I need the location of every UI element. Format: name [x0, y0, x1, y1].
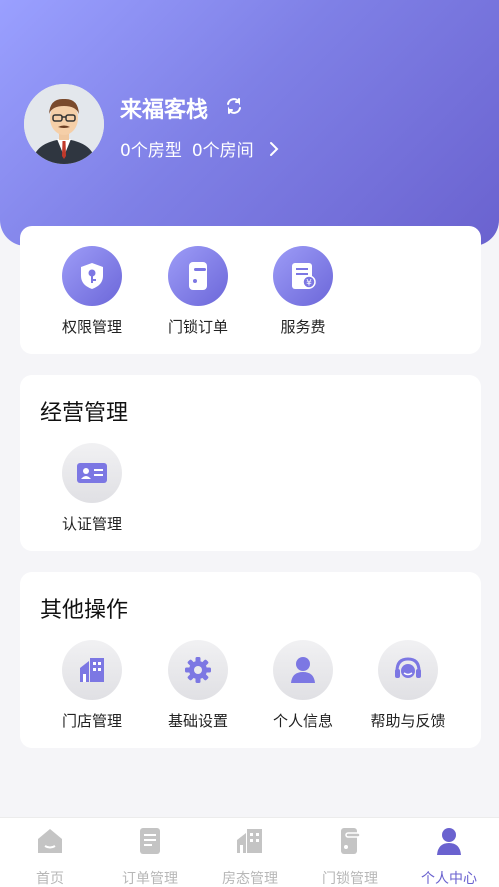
quick-action-label: 门锁订单 [167, 318, 228, 336]
avatar[interactable] [24, 84, 104, 164]
business-section-title: 经营管理 [40, 401, 129, 426]
certification-management-button[interactable]: 认证管理 [50, 443, 134, 534]
quick-actions-card: 权限管理 门锁订单 ¥ 服务费 [20, 226, 481, 354]
door-lock-icon [189, 262, 207, 290]
headset-icon [395, 657, 421, 678]
home-icon [38, 829, 62, 853]
tab-orders[interactable]: 订单管理 [100, 826, 200, 887]
tab-label: 房态管理 [222, 871, 278, 887]
tab-label: 订单管理 [122, 871, 178, 887]
other-item-label: 门店管理 [61, 712, 122, 730]
lock-icon [341, 828, 361, 854]
bottom-tab-bar: 首页 订单管理 房态管理 门锁管理 个人中心 [0, 817, 499, 887]
shield-key-icon [81, 263, 103, 289]
user-center-icon [437, 828, 461, 855]
other-section-title: 其他操作 [40, 598, 129, 623]
door-lock-order-button[interactable]: 门锁订单 [156, 246, 240, 337]
switch-shop-icon[interactable] [224, 96, 244, 116]
room-status-icon [237, 829, 262, 853]
tab-label: 首页 [36, 871, 64, 887]
tab-lock-management[interactable]: 门锁管理 [300, 826, 400, 887]
fee-document-icon: ¥ [292, 263, 316, 289]
shop-stats-link[interactable]: 0个房型 0个房间 [120, 136, 280, 161]
tab-home[interactable]: 首页 [0, 826, 100, 887]
quick-action-label: 服务费 [280, 318, 326, 336]
tab-room-status[interactable]: 房态管理 [200, 826, 300, 887]
other-operations-card: 其他操作 门店管理 基础设置 个人信息 帮助与反馈 [20, 572, 481, 748]
svg-text:¥: ¥ [306, 279, 312, 289]
other-item-label: 基础设置 [167, 712, 228, 730]
store-management-button[interactable]: 门店管理 [50, 640, 134, 731]
chevron-right-icon [269, 141, 279, 156]
tab-label: 个人中心 [421, 871, 477, 887]
tab-label: 门锁管理 [322, 871, 378, 887]
personal-info-button[interactable]: 个人信息 [261, 640, 345, 731]
business-management-card: 经营管理 认证管理 [20, 375, 481, 551]
other-item-label: 帮助与反馈 [370, 712, 446, 730]
id-card-icon [77, 463, 107, 483]
business-item-label: 认证管理 [61, 515, 122, 533]
quick-action-label: 权限管理 [61, 318, 122, 336]
permission-management-button[interactable]: 权限管理 [50, 246, 134, 337]
service-fee-button[interactable]: ¥ 服务费 [261, 246, 345, 337]
tab-user-center[interactable]: 个人中心 [399, 826, 499, 887]
avatar-portrait-icon [24, 84, 104, 164]
other-item-label: 个人信息 [272, 712, 333, 730]
gear-icon [185, 657, 211, 683]
store-icon [80, 658, 104, 682]
person-icon [291, 657, 315, 683]
room-count: 0个房间 [191, 141, 254, 161]
room-type-count: 0个房型 [120, 141, 182, 161]
help-feedback-button[interactable]: 帮助与反馈 [366, 640, 450, 731]
profile-header: 来福客栈 0个房型 0个房间 [0, 0, 499, 246]
order-icon [140, 828, 160, 854]
basic-settings-button[interactable]: 基础设置 [156, 640, 240, 731]
shop-name: 来福客栈 [120, 98, 209, 123]
